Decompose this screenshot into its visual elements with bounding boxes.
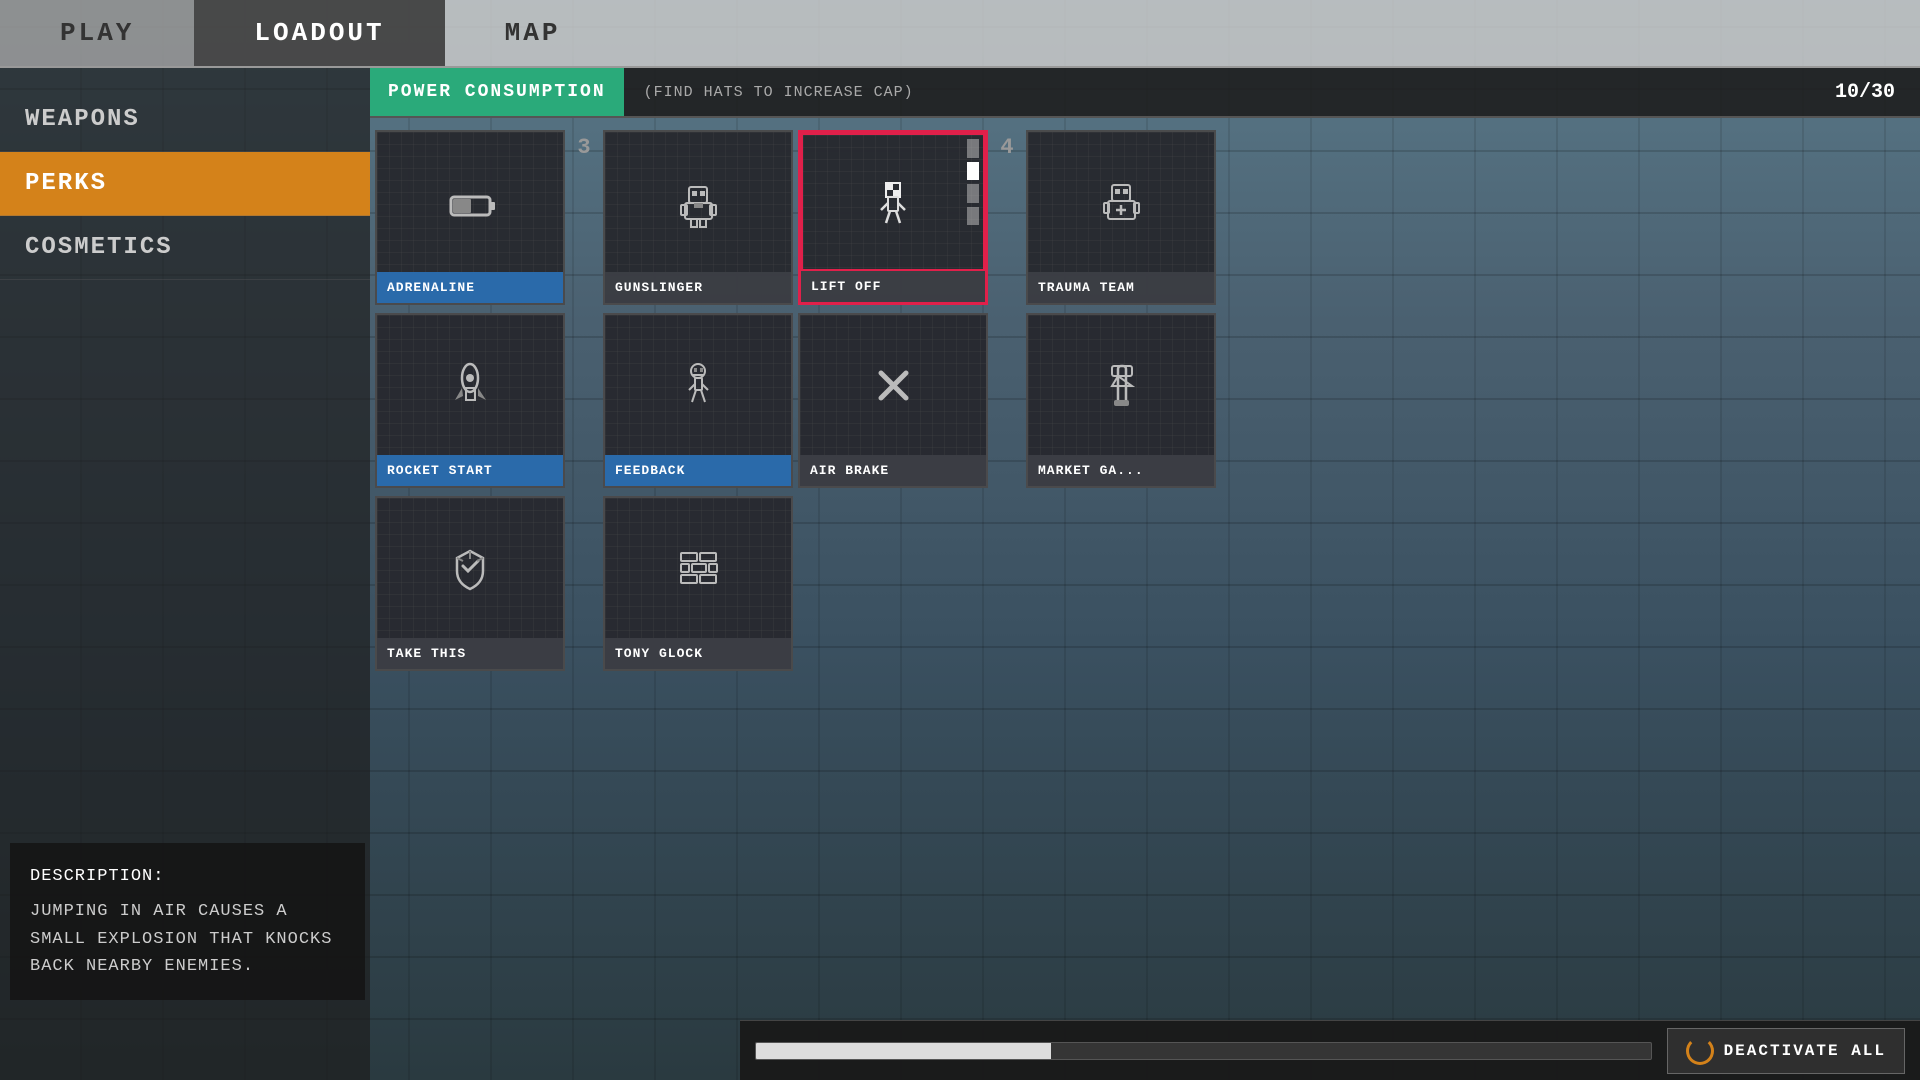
nav-loadout[interactable]: LOADOUT [194,0,444,66]
sidebar-cosmetics[interactable]: COSMETICS [0,216,370,280]
air-brake-icon [866,358,921,413]
perk-air-brake-label: AIR BRAKE [800,455,986,486]
nav-play[interactable]: PLAY [0,0,194,66]
power-count: 10/30 [1835,81,1920,104]
lift-off-icon [866,175,921,230]
perk-take-this-label: TAKE THIS [377,638,563,669]
perk-take-this-icon-area [377,498,563,638]
perk-trauma-team-label: TRAUMA TEAM [1028,272,1214,303]
perk-market-ga-label: MARKET GA... [1028,455,1214,486]
nav-map[interactable]: MAP [445,0,621,66]
adrenaline-icon [443,175,498,230]
perk-air-brake-icon-area [800,315,986,455]
perk-lift-off-icon-area [801,133,985,271]
perk-trauma-team-icon-area [1028,132,1214,272]
perk-market-ga[interactable]: MARKET GA... [1026,313,1216,488]
col-3-number: 3 [570,130,598,160]
perk-grid-container: ADRENALINE ROCKET START [370,118,1920,1020]
perk-take-this[interactable]: TAKE THIS [375,496,565,671]
deactivate-all-button[interactable]: DEACTIVATE ALL [1667,1028,1905,1074]
perk-feedback[interactable]: FEEDBACK [603,313,793,488]
perk-feedback-label: FEEDBACK [605,455,791,486]
perk-adrenaline[interactable]: ADRENALINE [375,130,565,305]
progress-bar-container [755,1042,1652,1060]
top-navigation: PLAY LOADOUT MAP [0,0,1920,68]
feedback-icon [671,358,726,413]
description-box: DESCRIPTION: JUMPING IN AIR CAUSES A SMA… [10,843,365,1000]
perk-gunslinger-icon-area [605,132,791,272]
perk-feedback-icon-area [605,315,791,455]
progress-bar-fill [756,1043,1051,1059]
perk-gunslinger-label: GUNSLINGER [605,272,791,303]
bricks-icon [671,541,726,596]
perk-rocket-start-label: ROCKET START [377,455,563,486]
armor-icon [443,541,498,596]
perk-col-4: TRAUMA TEAM MARKET GA... [1026,130,1216,488]
perk-col-3: LIFT OFF AIR BRAKE [798,130,988,488]
perk-lift-off[interactable]: LIFT OFF [798,130,988,305]
col-4-number: 4 [993,130,1021,160]
perk-col-2: GUNSLINGER [603,130,793,671]
power-label: POWER CONSUMPTION [370,68,624,116]
perk-adrenaline-icon-area [377,132,563,272]
deactivate-label: DEACTIVATE ALL [1724,1042,1886,1060]
gunslinger-icon [671,175,726,230]
perk-market-ga-icon-area [1028,315,1214,455]
perk-lift-off-label: LIFT OFF [801,271,985,302]
rocket-icon [443,358,498,413]
main-content: POWER CONSUMPTION (FIND HATS TO INCREASE… [370,68,1920,1080]
perk-rocket-start[interactable]: ROCKET START [375,313,565,488]
perk-col-1: ADRENALINE ROCKET START [375,130,565,671]
market-ga-icon [1094,358,1149,413]
sidebar-weapons[interactable]: WEAPONS [0,88,370,152]
description-title: DESCRIPTION: [30,863,345,890]
perk-tony-glock-icon-area [605,498,791,638]
left-sidebar: WEAPONS PERKS COSMETICS DESCRIPTION: JUM… [0,68,370,1080]
bottom-bar: DEACTIVATE ALL [740,1020,1920,1080]
perk-tony-glock[interactable]: TONY GLOCK [603,496,793,671]
lift-off-side-indicators [963,135,983,229]
perk-rocket-start-icon-area [377,315,563,455]
sidebar-perks[interactable]: PERKS [0,152,370,216]
perk-adrenaline-label: ADRENALINE [377,272,563,303]
trauma-team-icon [1094,175,1149,230]
deactivate-icon [1686,1037,1714,1065]
power-hint: (FIND HATS TO INCREASE CAP) [624,84,934,101]
perk-trauma-team[interactable]: TRAUMA TEAM [1026,130,1216,305]
perk-tony-glock-label: TONY GLOCK [605,638,791,669]
perk-air-brake[interactable]: AIR BRAKE [798,313,988,488]
description-text: JUMPING IN AIR CAUSES A SMALL EXPLOSION … [30,898,345,980]
power-bar: POWER CONSUMPTION (FIND HATS TO INCREASE… [370,68,1920,118]
perk-gunslinger[interactable]: GUNSLINGER [603,130,793,305]
